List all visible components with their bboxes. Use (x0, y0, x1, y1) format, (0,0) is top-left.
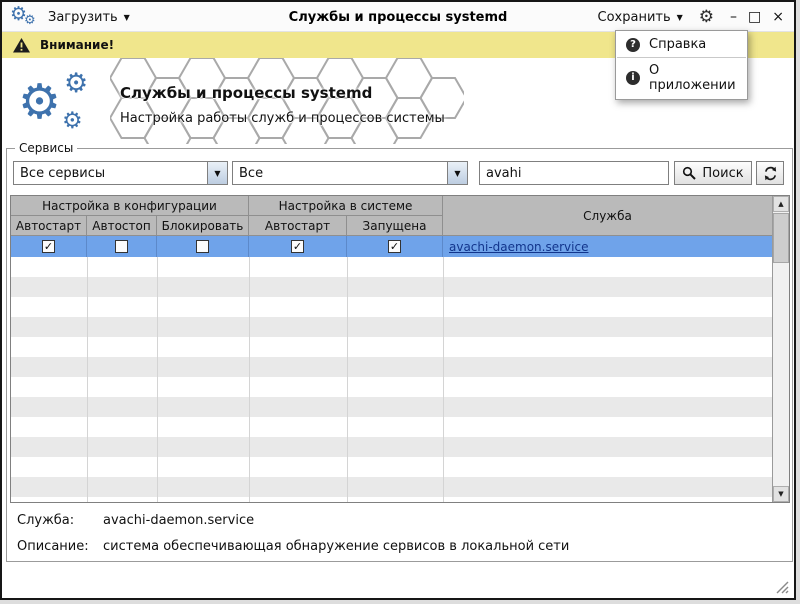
column-divider (443, 257, 444, 502)
chevron-down-icon: ▼ (214, 168, 221, 178)
refresh-icon (764, 166, 776, 180)
search-button-label: Поиск (702, 165, 744, 181)
empty-rows (11, 257, 772, 502)
app-window: ⚙ ⚙ Загрузить ▼ Службы и процессы system… (0, 0, 796, 600)
description-value: система обеспечивающая обнаружение серви… (103, 539, 570, 554)
combo-selected-value: Все (239, 165, 264, 181)
banner-title: Службы и процессы systemd (120, 84, 373, 102)
groupbox-legend: Сервисы (15, 141, 78, 155)
chevron-down-icon: ▼ (454, 168, 461, 178)
service-filter-combobox[interactable]: Все сервисы ▼ (13, 161, 228, 185)
close-button[interactable]: × (772, 10, 784, 24)
scroll-down-button[interactable]: ▼ (773, 486, 789, 502)
services-groupbox: Сервисы Все сервисы ▼ Все ▼ Поиск (6, 141, 793, 562)
column-divider (87, 257, 88, 502)
checkbox-autostart-system[interactable]: ✓ (291, 240, 304, 253)
checkbox-autostop[interactable] (115, 240, 128, 253)
services-table: Настройка в конфигурации Настройка в сис… (10, 195, 790, 503)
table-header: Настройка в конфигурации Настройка в сис… (11, 196, 772, 236)
checkbox-running[interactable]: ✓ (388, 240, 401, 253)
dropdown-menu: ? Справка i О приложении (615, 30, 748, 100)
chevron-down-icon: ▼ (123, 12, 130, 22)
chevron-down-icon: ▼ (676, 12, 683, 22)
service-link[interactable]: avachi-daemon.service (449, 240, 588, 254)
search-input[interactable] (479, 161, 669, 185)
scroll-thumb[interactable] (773, 213, 789, 263)
load-button-label: Загрузить (48, 9, 118, 25)
state-filter-combobox[interactable]: Все ▼ (232, 161, 468, 185)
table-row[interactable]: ✓ ✓ ✓ avachi-daemon.service (11, 236, 772, 257)
checkbox-block[interactable] (196, 240, 209, 253)
app-logo-gear-icon: ⚙ (64, 68, 89, 99)
checkbox-autostart-config[interactable]: ✓ (42, 240, 55, 253)
combo-selected-value: Все сервисы (20, 165, 106, 181)
search-button[interactable]: Поиск (674, 161, 752, 185)
column-divider (157, 257, 158, 502)
app-gears-icon: ⚙ ⚙ (10, 4, 42, 30)
banner-subtitle: Настройка работы служб и процессов систе… (120, 111, 445, 126)
settings-gear-button[interactable]: ⚙ (699, 8, 714, 26)
menu-separator (617, 57, 746, 58)
vertical-scrollbar[interactable]: ▲ ▼ (772, 196, 789, 502)
menu-item-about[interactable]: i О приложении (616, 60, 747, 96)
resize-grip[interactable] (775, 580, 789, 594)
header-service: Служба (443, 196, 772, 236)
save-button-label: Сохранить (597, 9, 671, 25)
details-description-row: Описание: система обеспечивающая обнаруж… (17, 539, 782, 554)
header-block: Блокировать (157, 216, 249, 236)
header-running: Запущена (347, 216, 443, 236)
menu-item-help[interactable]: ? Справка (616, 34, 747, 55)
description-label: Описание: (17, 539, 89, 554)
search-icon (683, 166, 697, 180)
load-button[interactable]: Загрузить ▼ (48, 2, 130, 32)
titlebar: ⚙ ⚙ Загрузить ▼ Службы и процессы system… (2, 2, 794, 32)
app-logo-gear-icon: ⚙ (18, 74, 62, 130)
combo-dropdown-button[interactable]: ▼ (447, 162, 467, 184)
warning-label: Внимание! (40, 38, 115, 52)
column-divider (249, 257, 250, 502)
restore-button[interactable]: □ (748, 10, 761, 24)
menu-item-about-label: О приложении (649, 63, 736, 93)
service-value: avachi-daemon.service (103, 513, 255, 528)
details-service-row: Служба: avachi-daemon.service (17, 513, 782, 528)
header-config-group: Настройка в конфигурации (11, 196, 249, 216)
service-label: Служба: (17, 513, 75, 528)
combo-dropdown-button[interactable]: ▼ (207, 162, 227, 184)
header-autostart-system: Автостарт (249, 216, 347, 236)
scroll-up-button[interactable]: ▲ (773, 196, 789, 212)
help-icon: ? (626, 37, 640, 52)
gear-icon: ⚙ (24, 13, 36, 28)
window-controls: – □ × (730, 10, 784, 24)
column-divider (347, 257, 348, 502)
refresh-button[interactable] (756, 161, 784, 185)
header-autostart-config: Автостарт (11, 216, 87, 236)
minimize-button[interactable]: – (730, 10, 737, 24)
warning-icon (13, 37, 30, 52)
header-autostop: Автостоп (87, 216, 157, 236)
header-system-group: Настройка в системе (249, 196, 443, 216)
menu-item-help-label: Справка (649, 37, 707, 52)
save-button[interactable]: Сохранить ▼ (598, 2, 683, 32)
window-title: Службы и процессы systemd (288, 10, 508, 25)
info-icon: i (626, 71, 640, 85)
app-logo-gear-icon: ⚙ (62, 108, 83, 134)
